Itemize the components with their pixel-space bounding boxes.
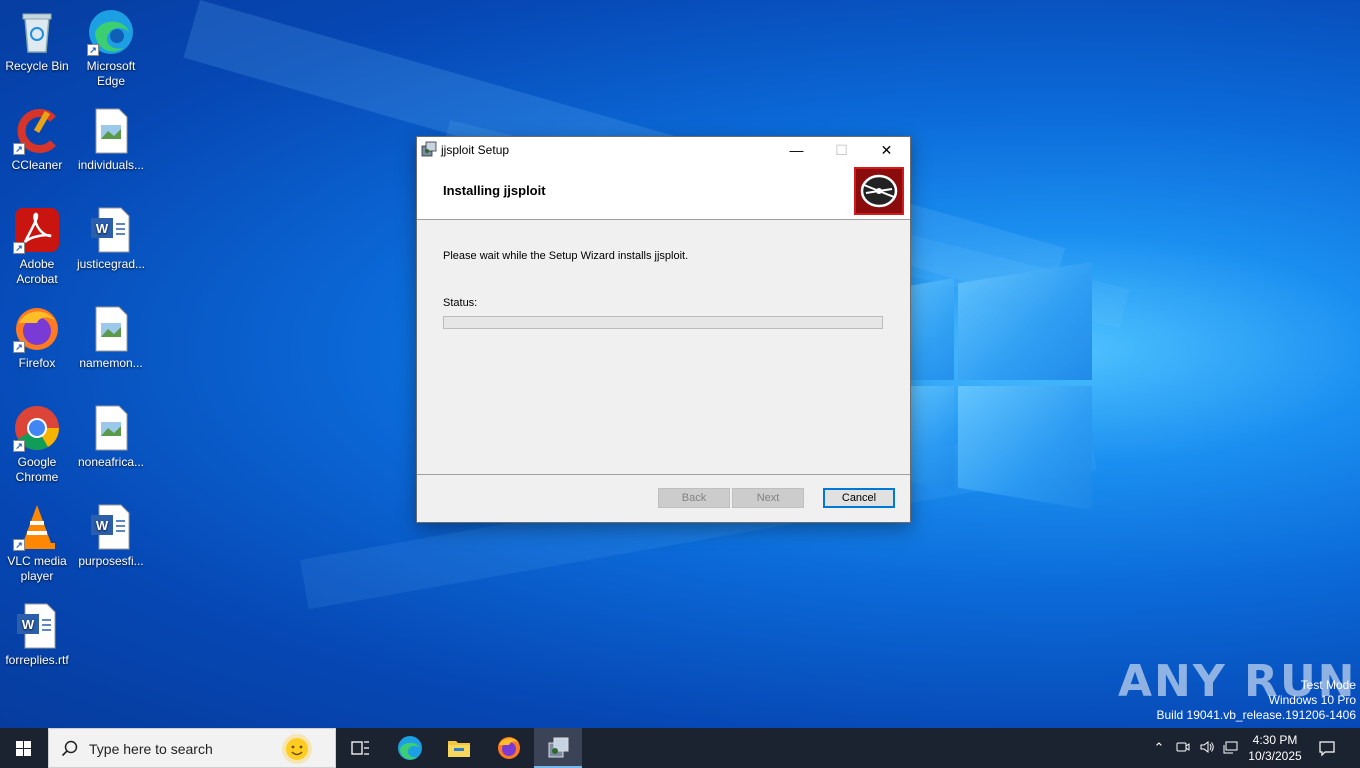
taskbar-file-explorer[interactable] <box>435 728 483 768</box>
desktop-icon-label: noneafrica... <box>77 455 145 469</box>
search-placeholder: Type here to search <box>89 741 213 757</box>
desktop-icon-namemon[interactable]: namemon... <box>75 305 147 371</box>
firefox-icon <box>498 737 520 759</box>
task-view-icon <box>351 741 369 755</box>
shortcut-arrow-icon: ↗ <box>87 44 99 56</box>
notifications-icon[interactable] <box>1318 739 1336 757</box>
page-title: Installing jjsploit <box>443 183 546 198</box>
close-button[interactable]: ✕ <box>864 137 909 163</box>
wallpaper-logo-pane <box>958 386 1092 510</box>
desktop-icon-label: Firefox <box>18 356 56 370</box>
shortcut-arrow-icon: ↗ <box>13 242 25 254</box>
search-icon <box>61 740 79 763</box>
vlc-icon: ↗ <box>13 503 61 551</box>
desktop-icon-label: individuals... <box>77 158 145 172</box>
shortcut-arrow-icon: ↗ <box>13 539 25 551</box>
taskbar: Type here to search ⌃ 4:30 PM 10/3/2025 <box>0 728 1360 768</box>
dialog-titlebar[interactable]: jjsploit Setup — ☐ ✕ <box>417 137 910 163</box>
minimize-button[interactable]: — <box>774 137 819 163</box>
desktop-icon-edge[interactable]: ↗ Microsoft Edge <box>75 8 147 89</box>
test-mode-watermark: Test Mode Windows 10 Pro Build 19041.vb_… <box>1157 678 1357 723</box>
word-doc-icon: W <box>13 602 61 650</box>
show-hidden-icons-chevron-icon[interactable]: ⌃ <box>1150 739 1168 757</box>
wizard-description: Please wait while the Setup Wizard insta… <box>443 250 689 262</box>
taskbar-firefox[interactable] <box>485 728 533 768</box>
taskbar-search[interactable]: Type here to search <box>48 728 336 768</box>
setup-disc-icon <box>854 167 904 215</box>
desktop-icon-label: CCleaner <box>11 158 63 172</box>
desktop-icon-label: VLC media player <box>7 554 67 583</box>
network-icon[interactable] <box>1222 739 1240 757</box>
clock-time: 4:30 PM <box>1252 733 1298 747</box>
acrobat-icon: ↗ <box>13 206 61 254</box>
cancel-button[interactable]: Cancel <box>823 488 895 508</box>
edge-icon <box>398 736 422 760</box>
recycle-bin-icon <box>13 8 61 56</box>
desktop-icon-individuals[interactable]: individuals... <box>75 107 147 173</box>
shortcut-arrow-icon: ↗ <box>13 440 25 452</box>
desktop-icon-label: Recycle Bin <box>5 59 69 73</box>
status-label: Status: <box>443 297 478 309</box>
shortcut-arrow-icon: ↗ <box>13 143 25 155</box>
dialog-header: Installing jjsploit <box>417 163 910 220</box>
desktop-icon-label: Adobe Acrobat <box>16 257 58 286</box>
folder-icon <box>448 741 470 757</box>
desktop-icon-google-chrome[interactable]: ↗ Google Chrome <box>1 404 73 485</box>
firefox-icon: ↗ <box>13 305 61 353</box>
desktop-icon-label: forreplies.rtf <box>5 653 69 667</box>
start-button[interactable] <box>0 728 48 768</box>
desktop-icon-label: justicegrad... <box>76 257 146 271</box>
desktop-icon-justicegrad[interactable]: W justicegrad... <box>75 206 147 272</box>
back-button[interactable]: Back <box>658 488 730 508</box>
desktop-icon-vlc[interactable]: ↗ VLC media player <box>1 503 73 584</box>
taskbar-edge[interactable] <box>386 728 434 768</box>
image-file-icon <box>87 404 135 452</box>
desktop-icon-purposesfi[interactable]: W purposesfi... <box>75 503 147 569</box>
word-doc-icon: W <box>87 206 135 254</box>
image-file-icon <box>87 305 135 353</box>
watermark-line: Test Mode <box>1300 678 1356 692</box>
maximize-button[interactable]: ☐ <box>819 137 864 163</box>
desktop-icon-label: Google Chrome <box>15 455 59 484</box>
ccleaner-icon: ↗ <box>13 107 61 155</box>
watermark-line: Windows 10 Pro <box>1268 693 1356 707</box>
image-file-icon <box>87 107 135 155</box>
footer-divider <box>417 474 910 475</box>
desktop-icon-label: namemon... <box>79 356 143 370</box>
desktop-icon-recycle-bin[interactable]: Recycle Bin <box>1 8 73 74</box>
svg-text:W: W <box>96 221 109 236</box>
next-button[interactable]: Next <box>732 488 804 508</box>
desktop-icon-label: purposesfi... <box>78 554 144 568</box>
edge-icon: ↗ <box>87 8 135 56</box>
desktop-icon-ccleaner[interactable]: ↗ CCleaner <box>1 107 73 173</box>
shortcut-arrow-icon: ↗ <box>13 341 25 353</box>
desktop-icon-forreplies[interactable]: W forreplies.rtf <box>1 602 73 668</box>
weather-sun-icon <box>279 731 315 768</box>
installer-icon <box>421 141 437 157</box>
windows-logo-icon <box>16 741 31 756</box>
wallpaper-logo-pane <box>908 278 954 380</box>
desktop-icon-noneafrica[interactable]: noneafrica... <box>75 404 147 470</box>
svg-text:W: W <box>96 518 109 533</box>
watermark-line: Build 19041.vb_release.191206-1406 <box>1156 708 1357 722</box>
desktop-icon-firefox[interactable]: ↗ Firefox <box>1 305 73 371</box>
setup-dialog: jjsploit Setup — ☐ ✕ Installing jjsploit… <box>416 136 911 523</box>
desktop-icon-label: Microsoft Edge <box>86 59 136 88</box>
taskbar-clock[interactable]: 4:30 PM 10/3/2025 <box>1240 732 1310 764</box>
desktop: Recycle Bin ↗ Microsoft Edge ↗ CCleaner … <box>0 0 1360 728</box>
installer-icon <box>548 737 569 758</box>
install-progress-bar <box>443 316 883 329</box>
dialog-title: jjsploit Setup <box>441 143 510 157</box>
taskbar-jjsploit-setup[interactable] <box>534 728 582 768</box>
wallpaper-logo-pane <box>908 386 954 490</box>
volume-icon[interactable] <box>1198 739 1216 757</box>
task-view-button[interactable] <box>336 728 384 768</box>
meet-now-icon[interactable] <box>1174 739 1192 757</box>
chrome-icon: ↗ <box>13 404 61 452</box>
clock-date: 10/3/2025 <box>1248 749 1302 763</box>
word-doc-icon: W <box>87 503 135 551</box>
desktop-icon-adobe-acrobat[interactable]: ↗ Adobe Acrobat <box>1 206 73 287</box>
svg-text:W: W <box>22 617 35 632</box>
